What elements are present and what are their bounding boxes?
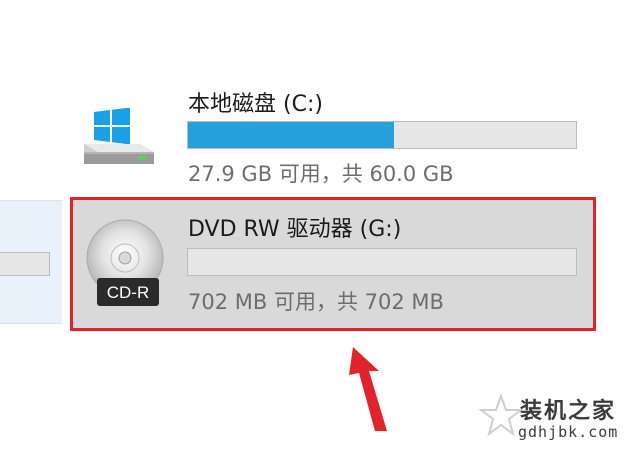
drive-g-space-text: 702 MB 可用，共 702 MB	[188, 290, 444, 314]
watermark: 装机之家 gdhjbk.com	[478, 393, 628, 445]
cd-r-disc-icon: CD-R	[86, 219, 164, 306]
drive-c-title: 本地磁盘 (C:)	[188, 92, 323, 117]
windows-hdd-icon	[84, 108, 154, 164]
partial-drive-usage-bar	[0, 252, 50, 276]
drive-c-tile[interactable]: 本地磁盘 (C:) 27.9 GB 可用，共 60.0 GB	[72, 80, 592, 186]
watermark-url: gdhjbk.com	[518, 423, 619, 441]
drive-c-usage-bar	[187, 121, 577, 149]
drive-g-title: DVD RW 驱动器 (G:)	[188, 217, 402, 242]
cd-r-label: CD-R	[107, 283, 150, 302]
drive-c-usage-fill	[188, 122, 394, 148]
drive-c-space-text: 27.9 GB 可用，共 60.0 GB	[188, 162, 454, 186]
annotation-arrow-icon	[349, 347, 387, 431]
drive-g-tile[interactable]: CD-R DVD RW 驱动器 (G:) 702 MB 可用，共 702 MB	[70, 197, 596, 331]
drive-g-usage-bar	[187, 248, 577, 276]
partial-drive-tile[interactable]	[0, 200, 62, 324]
watermark-title: 装机之家	[520, 399, 617, 424]
